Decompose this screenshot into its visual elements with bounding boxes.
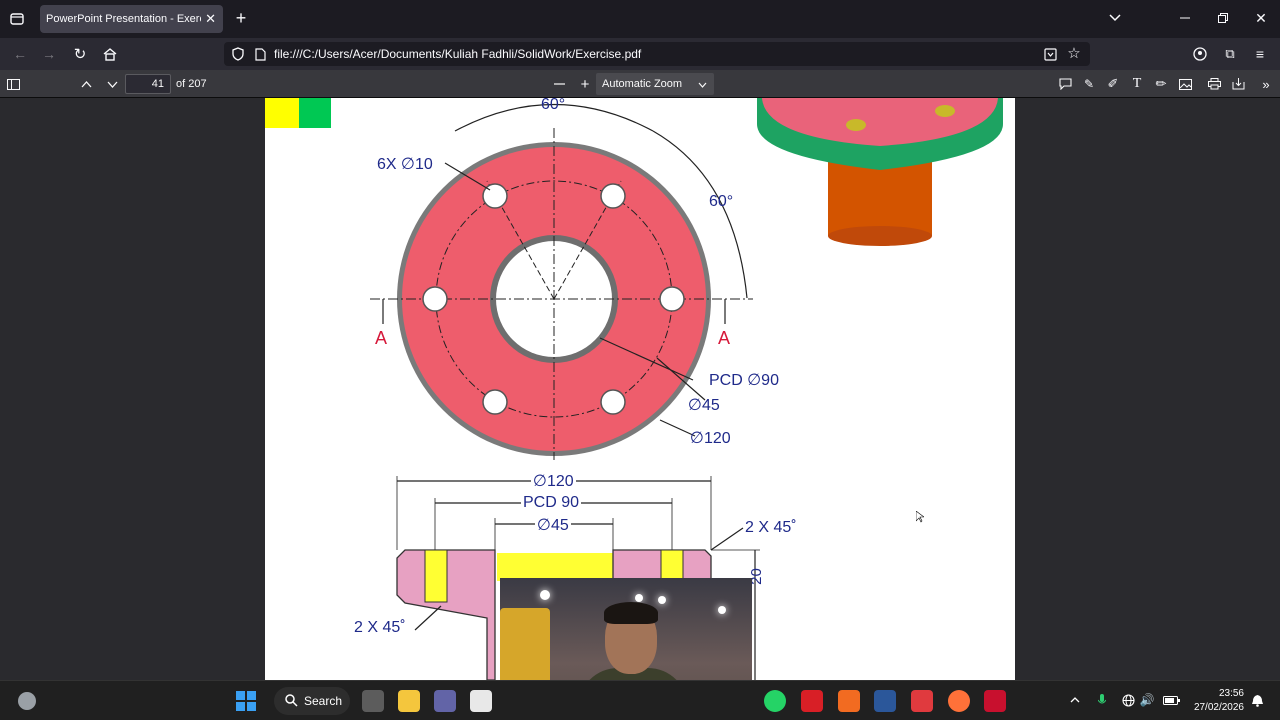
section-left-label: A	[375, 328, 388, 348]
close-tab-icon[interactable]: ✕	[205, 11, 216, 27]
mouse-cursor-icon	[915, 510, 925, 523]
angle-right-label: 60°	[709, 193, 734, 210]
forward-icon[interactable]: →	[41, 46, 57, 62]
weather-icon[interactable]	[18, 692, 36, 710]
store-icon[interactable]	[470, 690, 492, 712]
comment-icon[interactable]	[1057, 76, 1073, 92]
search-label: Search	[304, 694, 343, 708]
dim-pcd: PCD 90	[521, 494, 582, 512]
close-window-icon[interactable]: ✕	[1252, 9, 1270, 27]
extensions-icon[interactable]: ⧉	[1222, 46, 1238, 62]
fusion-icon[interactable]	[838, 690, 860, 712]
sidebar-toggle-icon[interactable]	[5, 76, 21, 92]
home-icon[interactable]	[102, 46, 118, 62]
url-bar[interactable]: file:///C:/Users/Acer/Documents/Kuliah F…	[224, 42, 1090, 66]
autocad-icon[interactable]	[801, 690, 823, 712]
highlight-icon[interactable]: ✐	[1105, 76, 1121, 92]
dim-bore: ∅45	[535, 515, 571, 535]
zoom-in-icon[interactable]: +	[577, 76, 593, 93]
dim-outer: ∅120	[531, 471, 576, 491]
zoom-value: Automatic Zoom	[602, 78, 683, 90]
bore-label: ∅45	[688, 397, 720, 414]
back-icon[interactable]: ←	[12, 46, 28, 62]
page-icon	[252, 46, 268, 62]
minimize-icon[interactable]	[1176, 9, 1194, 27]
microphone-icon[interactable]	[1095, 693, 1109, 707]
image-icon[interactable]	[1177, 76, 1193, 92]
tab-active[interactable]: PowerPoint Presentation - Exercise.pdf ✕	[40, 5, 223, 33]
page-number-input[interactable]: 41	[125, 74, 171, 94]
clock-time: 23:56	[1218, 688, 1244, 699]
tab-overflow-chevron-icon[interactable]	[1106, 9, 1124, 27]
whatsapp-icon[interactable]	[764, 690, 786, 712]
navigation-bar: ← → ↻ file:///C:/Users/Acer/Documents/Ku…	[0, 38, 1280, 70]
teams-icon[interactable]	[434, 690, 456, 712]
webcam-light	[718, 606, 726, 614]
next-page-icon[interactable]	[104, 76, 120, 92]
firefox-icon[interactable]	[948, 690, 970, 712]
windows-start-icon[interactable]	[236, 691, 256, 711]
taskbar: Search 🔊 23:56 27/02/2026	[0, 680, 1280, 720]
previous-page-icon[interactable]	[78, 76, 94, 92]
solidworks-icon[interactable]	[984, 690, 1006, 712]
text-icon[interactable]: T	[1129, 76, 1145, 92]
angle-top-label: 60°	[541, 98, 566, 113]
tools-chevron-icon[interactable]: »	[1258, 76, 1274, 92]
zoom-select[interactable]: Automatic Zoom	[596, 73, 714, 95]
bookmark-star-icon[interactable]: ☆	[1066, 45, 1082, 62]
url-text: file:///C:/Users/Acer/Documents/Kuliah F…	[274, 47, 642, 61]
pdf-toolbar: 41 of 207 + Automatic Zoom ✎ ✐ T ✏ »	[0, 70, 1280, 98]
battery-icon[interactable]	[1162, 693, 1180, 707]
webcam-light	[658, 596, 666, 604]
shield-icon[interactable]	[230, 46, 246, 62]
word-icon[interactable]	[874, 690, 896, 712]
outer-label: ∅120	[690, 430, 731, 447]
pcd-label: PCD ∅90	[709, 372, 779, 389]
wps-icon[interactable]	[911, 690, 933, 712]
network-icon[interactable]	[1121, 693, 1135, 707]
restore-icon[interactable]	[1214, 9, 1232, 27]
tab-title: PowerPoint Presentation - Exercise.pdf	[46, 13, 201, 25]
tab-list-icon[interactable]	[8, 10, 26, 28]
notification-bell-icon[interactable]	[1250, 693, 1264, 707]
webcam-light	[540, 590, 550, 600]
tray-chevron-icon[interactable]	[1068, 693, 1082, 707]
chamfer-top-label: 2 X 45˚	[745, 519, 797, 536]
volume-icon[interactable]: 🔊	[1140, 693, 1155, 707]
page-count: of 207	[176, 78, 207, 90]
menu-icon[interactable]: ≡	[1252, 46, 1268, 62]
webcam-light	[635, 594, 643, 602]
section-right-label: A	[718, 328, 731, 348]
print-icon[interactable]	[1206, 76, 1222, 92]
search-icon	[284, 693, 298, 707]
webcam-person-hair	[604, 602, 658, 624]
flange-3d-view	[757, 98, 1003, 246]
taskbar-search[interactable]: Search	[274, 687, 350, 715]
draw-icon[interactable]: ✏	[1153, 76, 1169, 92]
tab-bar: PowerPoint Presentation - Exercise.pdf ✕…	[0, 0, 1280, 38]
clock[interactable]: 23:56 27/02/2026	[1194, 687, 1244, 715]
holes-label: 6X ∅10	[377, 156, 433, 173]
file-explorer-icon[interactable]	[398, 690, 420, 712]
zoom-out-icon[interactable]	[551, 76, 567, 92]
chamfer-bottom-label: 2 X 45˚	[354, 619, 406, 636]
reload-icon[interactable]: ↻	[72, 46, 88, 63]
save-icon[interactable]	[1230, 76, 1246, 92]
task-view-icon[interactable]	[362, 690, 384, 712]
chevron-down-icon	[696, 81, 708, 89]
account-icon[interactable]	[1192, 46, 1208, 62]
signature-icon[interactable]: ✎	[1081, 76, 1097, 92]
clock-date: 27/02/2026	[1193, 702, 1244, 713]
new-tab-icon[interactable]: +	[232, 8, 250, 28]
save-to-device-icon[interactable]	[1042, 46, 1058, 62]
